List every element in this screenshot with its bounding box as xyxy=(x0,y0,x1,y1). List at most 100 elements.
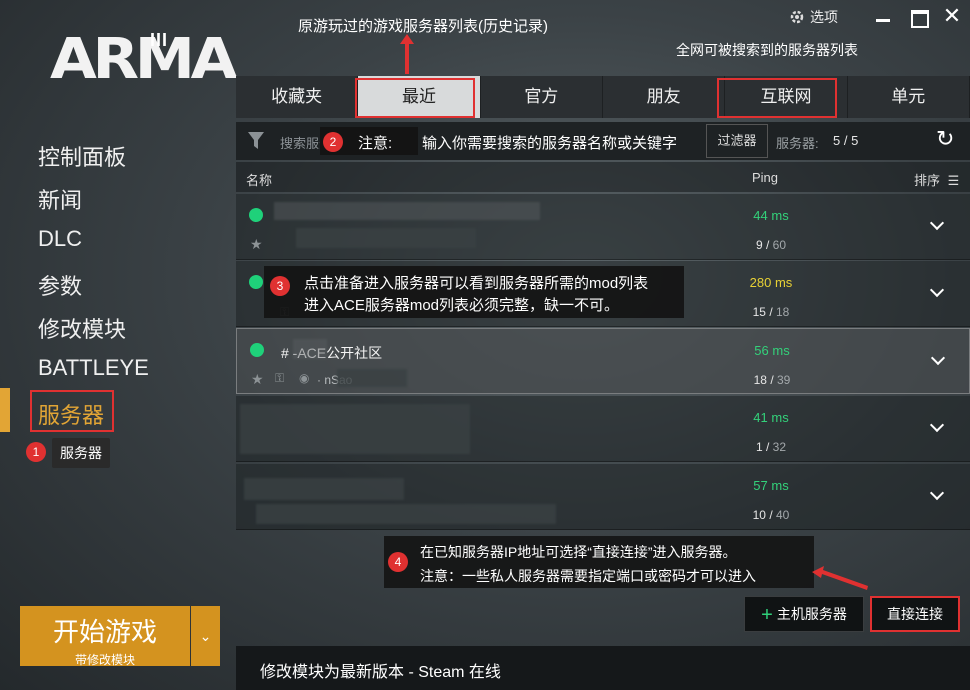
server-count-value: 5 / 5 xyxy=(833,133,859,148)
status-online-icon xyxy=(249,275,263,289)
tab-favorites[interactable]: 收藏夹 xyxy=(236,76,359,118)
direct-connect-button[interactable]: 直接连接 xyxy=(870,596,960,632)
server-row[interactable]: 41 ms 1 / 32 xyxy=(236,396,970,462)
plus-icon: + xyxy=(761,604,773,626)
column-name[interactable]: 名称 xyxy=(246,170,272,189)
players-max: 18 xyxy=(776,305,790,319)
annotation-badge-4: 4 xyxy=(388,552,408,572)
battleye-icon: ◉ xyxy=(299,371,310,385)
column-ping[interactable]: Ping xyxy=(752,170,778,185)
redacted-info xyxy=(256,504,556,524)
nav-item-battleye[interactable]: BATTLEYE xyxy=(38,355,149,381)
ping-value: 57 ms xyxy=(753,478,789,493)
close-icon[interactable]: ✕ xyxy=(940,4,964,28)
status-online-icon xyxy=(249,208,263,222)
player-count: 10 / 40 xyxy=(752,508,790,522)
annotation-history: 原游玩过的游戏服务器列表(历史记录) xyxy=(298,18,548,35)
expand-chevron-icon[interactable] xyxy=(930,218,944,232)
status-text: 修改模块为最新版本 - Steam 在线 xyxy=(260,664,501,681)
server-tabs: 收藏夹 最近 官方 朋友 互联网 单元 xyxy=(236,76,970,118)
host-server-button[interactable]: + 主机服务器 xyxy=(744,596,864,632)
tab-lan[interactable]: 单元 xyxy=(848,76,970,118)
expand-chevron-icon[interactable] xyxy=(931,353,945,367)
status-bar: 修改模块为最新版本 - Steam 在线 xyxy=(236,646,970,690)
filter-funnel-icon xyxy=(248,132,264,149)
nav-item-dlc[interactable]: DLC xyxy=(38,226,82,252)
play-button[interactable]: 开始游戏 带修改模块 xyxy=(20,606,190,667)
ping-value: 56 ms xyxy=(754,343,790,358)
filter-button[interactable]: 过滤器 xyxy=(706,124,768,158)
players-max: 40 xyxy=(776,508,790,522)
annotation-search-prefix: 注意: xyxy=(358,135,393,152)
play-title: 开始游戏 xyxy=(52,617,157,647)
nav-item-parameters[interactable]: 参数 xyxy=(38,269,82,301)
refresh-icon[interactable]: ↻ xyxy=(936,126,954,152)
lock-key-icon: ⚿ xyxy=(275,371,285,385)
nav-item-mods[interactable]: 修改模块 xyxy=(38,312,126,344)
server-row[interactable]: ★ 44 ms 9 / 60 xyxy=(236,194,970,260)
play-subtitle: 带修改模块 xyxy=(74,653,135,667)
expand-chevron-icon[interactable] xyxy=(930,420,944,434)
sort-label: 排序 xyxy=(914,173,941,188)
players-current: 15 xyxy=(752,305,766,319)
ping-value: 44 ms xyxy=(753,208,789,223)
player-count: 18 / 39 xyxy=(753,373,791,387)
maximize-icon[interactable] xyxy=(907,6,929,28)
favorite-star-icon[interactable]: ★ xyxy=(250,236,263,253)
players-max: 60 xyxy=(772,238,787,252)
annotation-badge-3: 3 xyxy=(270,276,290,296)
ping-value: 280 ms xyxy=(749,275,793,290)
status-online-icon xyxy=(250,343,264,357)
ping-value: 41 ms xyxy=(753,410,789,425)
players-current: 10 xyxy=(752,508,766,522)
servers-tooltip: 服务器 xyxy=(52,438,110,468)
players-current: 9 xyxy=(755,238,763,252)
annotation-box-internet xyxy=(717,78,837,118)
settings-button[interactable]: 选项 xyxy=(788,6,838,28)
play-options-dropdown[interactable]: ⌄ xyxy=(191,606,220,666)
sort-icon: ☰ xyxy=(947,173,960,188)
annotation-arrow-history xyxy=(400,34,414,74)
expand-chevron-icon[interactable] xyxy=(930,488,944,502)
players-current: 1 xyxy=(755,440,763,454)
arma-logo: ARMA III xyxy=(50,30,237,102)
gear-icon xyxy=(790,10,804,24)
annotation-badge-1: 1 xyxy=(26,442,46,462)
logo-text: ARMA xyxy=(50,27,237,92)
tab-official[interactable]: 官方 xyxy=(481,76,603,118)
redacted-name-part xyxy=(293,339,327,359)
server-list-header: 名称 Ping 排序 ☰ xyxy=(236,162,970,192)
redacted-name xyxy=(240,404,470,454)
minimize-icon[interactable] xyxy=(872,6,894,28)
annotation-internet: 全网可被搜索到的服务器列表 xyxy=(676,42,858,58)
player-count: 1 / 32 xyxy=(755,440,787,454)
annotation-badge-2: 2 xyxy=(323,132,343,152)
favorite-star-icon[interactable]: ★ xyxy=(251,371,264,388)
nav-active-indicator xyxy=(0,388,10,432)
annotation-direct-line2: 注意：一些私人服务器需要指定端口或密码才可以进入 xyxy=(420,568,756,584)
server-row[interactable]: 57 ms 10 / 40 xyxy=(236,464,970,530)
annotation-direct-line1: 在已知服务器IP地址可选择“直接连接”进入服务器。 xyxy=(420,544,737,560)
expand-chevron-icon[interactable] xyxy=(930,285,944,299)
redacted-name xyxy=(274,202,540,220)
players-max: 39 xyxy=(777,373,791,387)
tab-friends[interactable]: 朋友 xyxy=(603,76,726,118)
sort-button[interactable]: 排序 ☰ xyxy=(914,170,959,189)
player-count: 9 / 60 xyxy=(755,238,787,252)
players-max: 32 xyxy=(772,440,787,454)
nav-item-news[interactable]: 新闻 xyxy=(38,183,82,215)
annotation-box-recent xyxy=(355,78,475,118)
server-row-selected[interactable]: # -ACE公开社区 ★ ⚿ ◉ · nSao 56 ms 18 / 39 xyxy=(236,328,970,394)
server-count-label: 服务器: xyxy=(776,136,819,151)
redacted-map-part xyxy=(337,369,407,387)
player-count: 15 / 18 xyxy=(752,305,790,319)
nav-item-dashboard[interactable]: 控制面板 xyxy=(38,140,126,172)
annotation-mods-line2: 进入ACE服务器mod列表必须完整，缺一不可。 xyxy=(304,297,620,314)
nav-item-servers[interactable]: 服务器 xyxy=(38,398,104,430)
host-server-label: 主机服务器 xyxy=(776,606,847,622)
chevron-down-icon: ⌄ xyxy=(199,628,212,644)
logo-version: III xyxy=(150,30,169,50)
annotation-mods-line1: 点击准备进入服务器可以看到服务器所需的mod列表 xyxy=(304,275,649,292)
players-current: 18 xyxy=(753,373,767,387)
annotation-arrow-direct xyxy=(812,566,868,590)
